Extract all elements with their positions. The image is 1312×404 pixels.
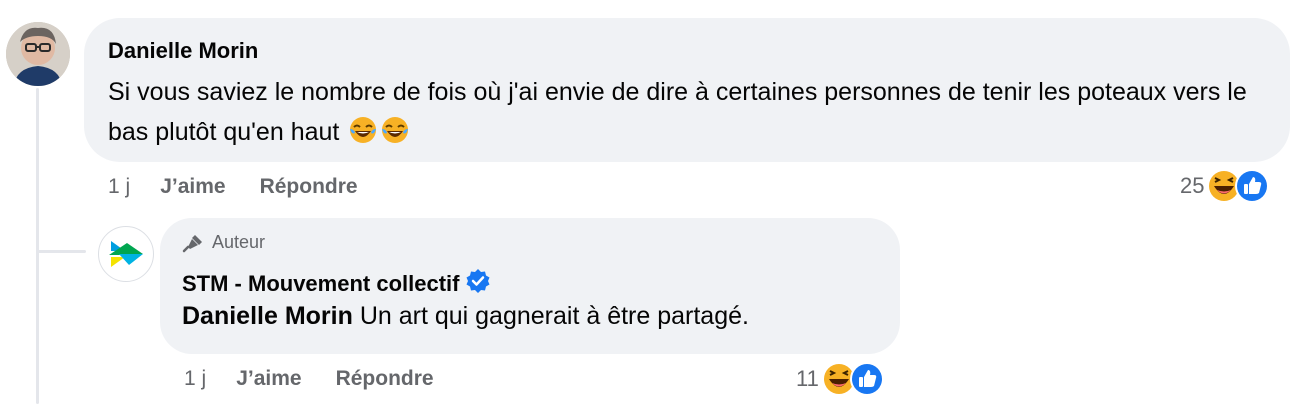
reply-timestamp[interactable]: 1 j [184,367,206,391]
reply-button[interactable]: Répondre [336,367,434,391]
reply-author-row: STM - Mouvement collectif [182,268,491,300]
avatar-photo [6,22,70,86]
comment-text-body: Si vous saviez le nombre de fois où j'ai… [108,78,1247,146]
reply-author[interactable]: STM - Mouvement collectif [182,271,459,297]
comment-bubble: Danielle Morin Si vous saviez le nombre … [84,18,1290,162]
avatar[interactable] [6,22,70,86]
author-badge: Auteur [182,232,265,253]
microphone-icon [182,234,202,252]
reply-actions: 1 j J’aime Répondre [184,367,468,391]
like-button[interactable]: J’aime [236,367,301,391]
comment-author[interactable]: Danielle Morin [108,38,258,64]
comment-reactions[interactable]: 25 [1180,168,1270,204]
stm-logo-icon [109,241,143,267]
laughing-with-tears-emoji-icon [380,115,410,157]
comment-actions: 1 j J’aime Répondre [108,175,392,199]
like-button[interactable]: J’aime [160,175,225,199]
reply-text-body: Un art qui gagnerait à être partagé. [352,302,749,330]
reply-text: Danielle Morin Un art qui gagnerait à êt… [182,302,749,331]
reply-button[interactable]: Répondre [260,175,358,199]
thread-connector-line [36,88,39,404]
like-reaction-icon [1234,168,1270,204]
reply-bubble: Auteur STM - Mouvement collectif Daniell… [160,218,900,354]
comment-timestamp[interactable]: 1 j [108,175,130,199]
author-badge-label: Auteur [212,232,266,252]
reply-reactions[interactable]: 11 [796,361,885,397]
reply-connector-line [36,250,86,253]
laughing-with-tears-emoji-icon [348,115,378,157]
like-reaction-icon [849,361,885,397]
reaction-count: 25 [1180,173,1205,198]
mention-link[interactable]: Danielle Morin [182,302,353,330]
avatar[interactable] [98,226,154,282]
comment-text: Si vous saviez le nombre de fois où j'ai… [108,72,1278,157]
reaction-count: 11 [796,366,819,391]
verified-badge-icon [465,268,491,300]
